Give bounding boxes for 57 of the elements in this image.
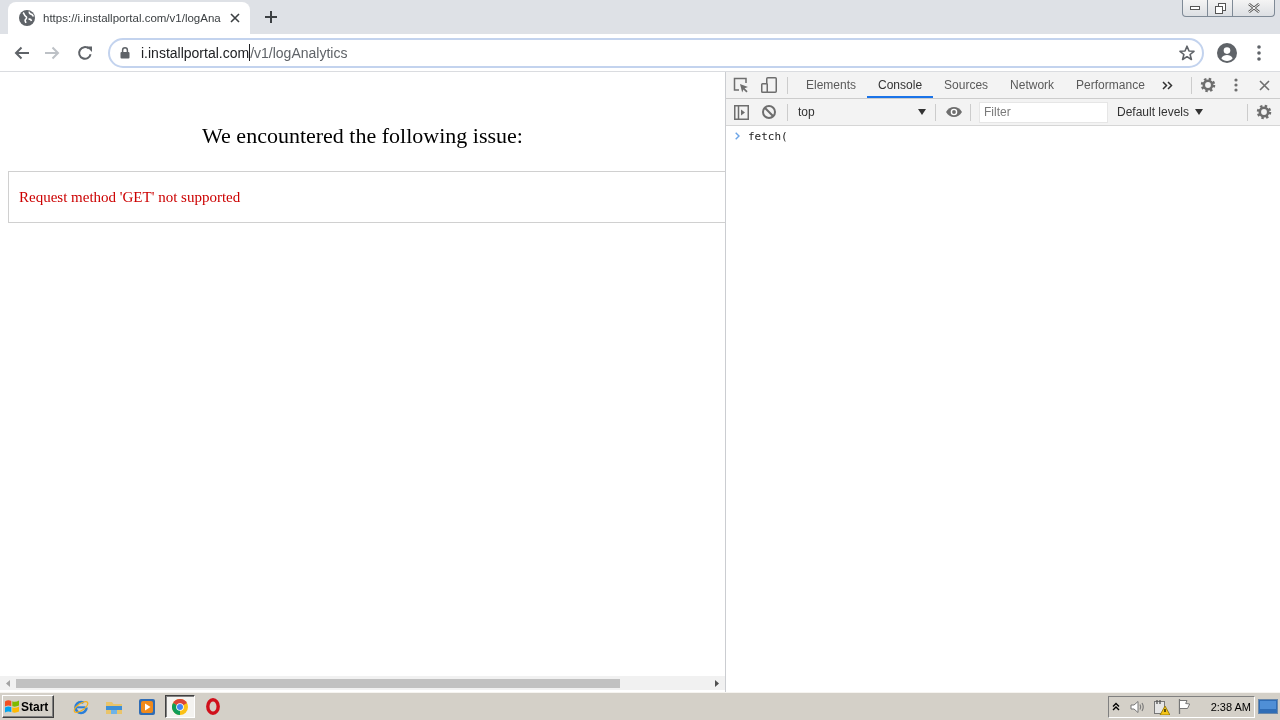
start-button[interactable]: Start	[2, 695, 54, 718]
eye-icon	[946, 107, 962, 117]
minimize-icon	[1190, 6, 1200, 10]
context-selector[interactable]: top	[790, 101, 932, 123]
close-window-button[interactable]	[1233, 0, 1275, 17]
four-squares-icon	[4, 699, 20, 714]
plus-icon	[265, 11, 277, 23]
taskbar-app-button[interactable]	[165, 695, 195, 718]
devtools-tab[interactable]: Sources	[933, 72, 1000, 98]
error-message: Request method 'GET' not supported	[19, 188, 242, 206]
star-icon	[1179, 44, 1195, 61]
reload-icon	[77, 44, 93, 61]
chevron-right-icon	[735, 132, 740, 140]
speaker-icon[interactable]	[1129, 699, 1146, 714]
browser-tab[interactable]: https://i.installportal.com/v1/logAna	[8, 2, 250, 34]
caret-down-icon	[1195, 109, 1204, 115]
lock-icon	[120, 46, 130, 59]
circle-slash-icon	[762, 105, 776, 119]
double-chevron-icon	[1162, 80, 1174, 90]
triangle-right-icon	[715, 679, 719, 687]
text-cursor	[249, 44, 251, 61]
account-icon	[1217, 42, 1237, 63]
gear-icon	[1200, 77, 1216, 93]
arrow-left-icon	[13, 44, 29, 61]
network-warning-icon[interactable]	[1153, 698, 1170, 715]
close-icon	[1258, 79, 1270, 91]
close-tab-button[interactable]	[228, 11, 242, 25]
devtools-tab[interactable]: Elements	[795, 72, 868, 98]
filter-field[interactable]: Filter	[979, 101, 1108, 123]
address-bar[interactable]: i.installportal.com/v1/logAnalytics	[108, 37, 1204, 68]
devices-icon	[761, 77, 777, 93]
globe-icon	[19, 10, 35, 26]
triangle-left-icon	[6, 679, 10, 687]
clock[interactable]: 2:38 AM	[1210, 700, 1251, 713]
page-heading: We encountered the following issue:	[201, 123, 524, 148]
gear-icon	[1256, 104, 1272, 120]
cursor-box-icon	[733, 77, 749, 93]
devtools-tab[interactable]: Performance	[1065, 72, 1156, 98]
close-icon	[1247, 3, 1260, 13]
play-tile-icon	[139, 698, 155, 715]
console-input-text: fetch(	[748, 129, 788, 143]
devtools-tab[interactable]: Network	[999, 72, 1066, 98]
three-dots-icon	[1234, 78, 1238, 92]
caret-down-icon	[918, 109, 926, 115]
restore-icon	[1214, 2, 1226, 14]
horizontal-scrollbar[interactable]	[0, 676, 725, 690]
restore-button[interactable]	[1208, 0, 1233, 17]
close-icon	[230, 13, 240, 23]
chevron-up-icon[interactable]	[1111, 702, 1120, 711]
three-dots-icon	[1257, 44, 1261, 61]
arrow-right-icon	[45, 44, 61, 61]
scrollbar-thumb[interactable]	[16, 678, 620, 688]
tricolor-circle-icon	[172, 698, 188, 715]
log-levels-dropdown[interactable]: Default levels	[1110, 101, 1208, 123]
minimize-button[interactable]	[1182, 0, 1208, 17]
oval-ring-icon	[206, 698, 220, 715]
panel-play-icon	[733, 104, 749, 120]
